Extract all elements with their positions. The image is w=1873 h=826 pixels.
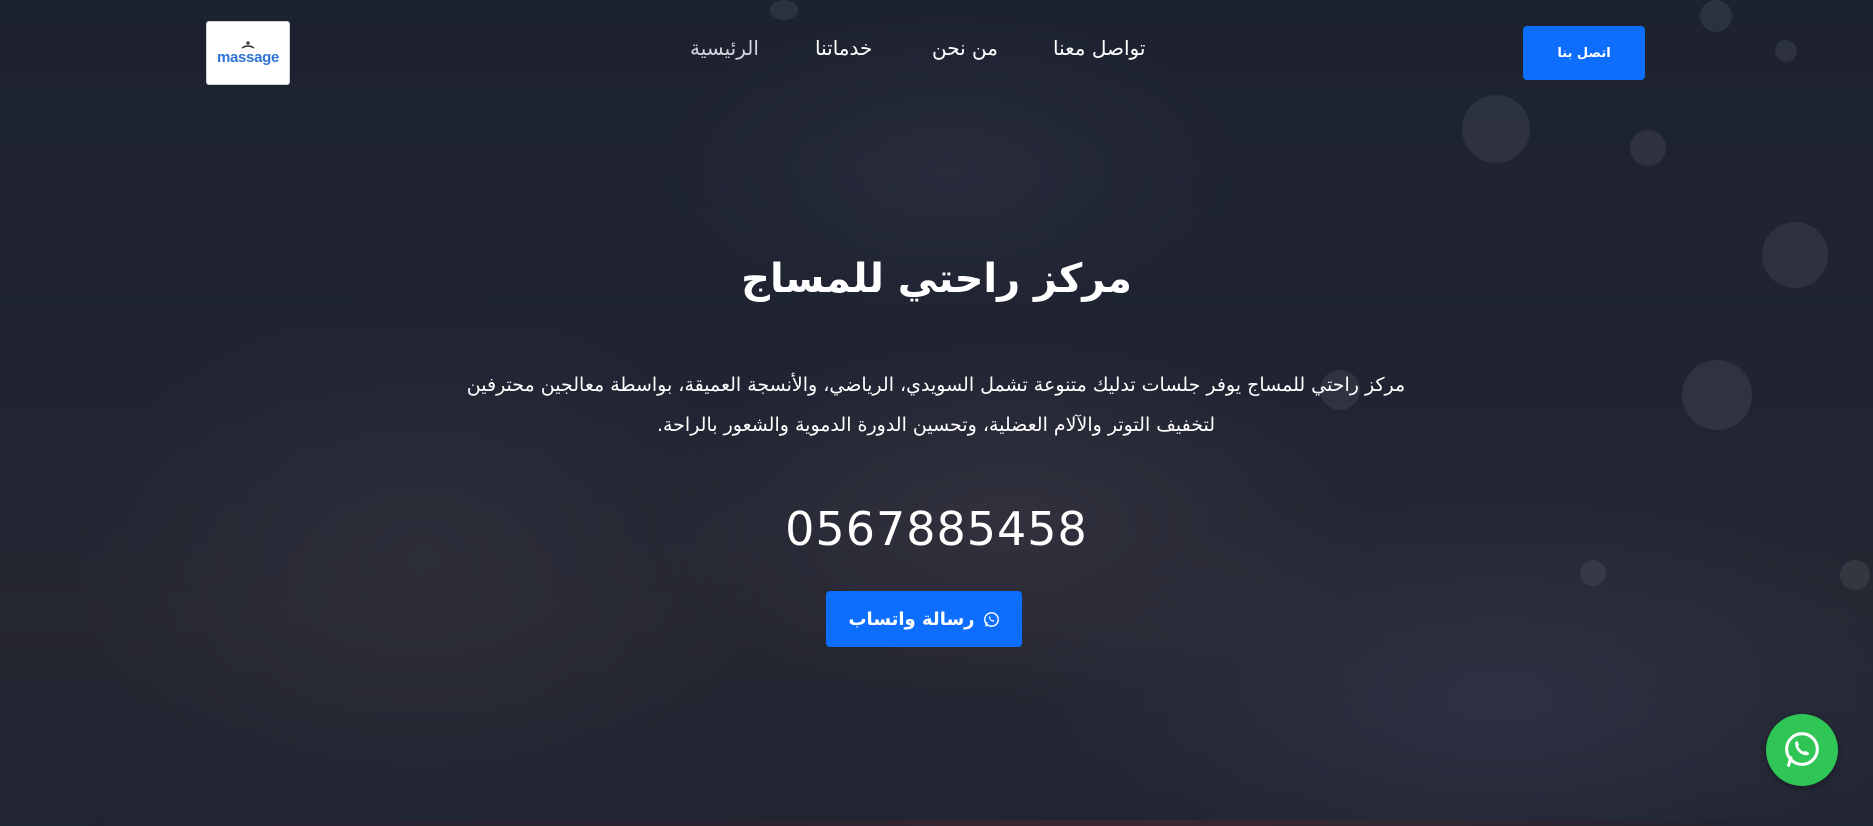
bokeh-circle xyxy=(1630,130,1666,166)
nav-item-services[interactable]: خدماتنا xyxy=(815,36,872,60)
bokeh-circle xyxy=(1775,40,1797,62)
floating-whatsapp-button[interactable] xyxy=(1766,714,1838,786)
bokeh-circle xyxy=(1462,95,1530,163)
phone-number[interactable]: 0567885458 xyxy=(0,502,1873,556)
whatsapp-message-button[interactable]: رسالة واتساب xyxy=(826,591,1022,647)
hero-description: مركز راحتي للمساج يوفر جلسات تدليك متنوع… xyxy=(466,374,1406,436)
bokeh-circle xyxy=(770,0,798,20)
nav-item-home[interactable]: الرئيسية xyxy=(690,36,759,60)
call-us-button[interactable]: اتصل بنا xyxy=(1523,26,1645,80)
section-divider xyxy=(0,820,1873,826)
bokeh-circle xyxy=(1840,560,1870,590)
nav-item-contact[interactable]: تواصل معنا xyxy=(1053,36,1145,60)
logo-text: massage xyxy=(216,49,280,66)
spa-logo-icon xyxy=(241,41,255,49)
page-title: مركز راحتي للمساج xyxy=(741,256,1132,302)
bokeh-circle xyxy=(1682,360,1752,430)
site-logo[interactable]: massage xyxy=(206,21,290,85)
bokeh-circle xyxy=(1700,0,1732,32)
whatsapp-icon xyxy=(983,611,999,627)
whatsapp-button-label: رسالة واتساب xyxy=(848,608,975,630)
bokeh-circle xyxy=(1580,560,1606,586)
nav-item-about[interactable]: من نحن xyxy=(932,36,998,60)
whatsapp-icon xyxy=(1785,732,1819,767)
